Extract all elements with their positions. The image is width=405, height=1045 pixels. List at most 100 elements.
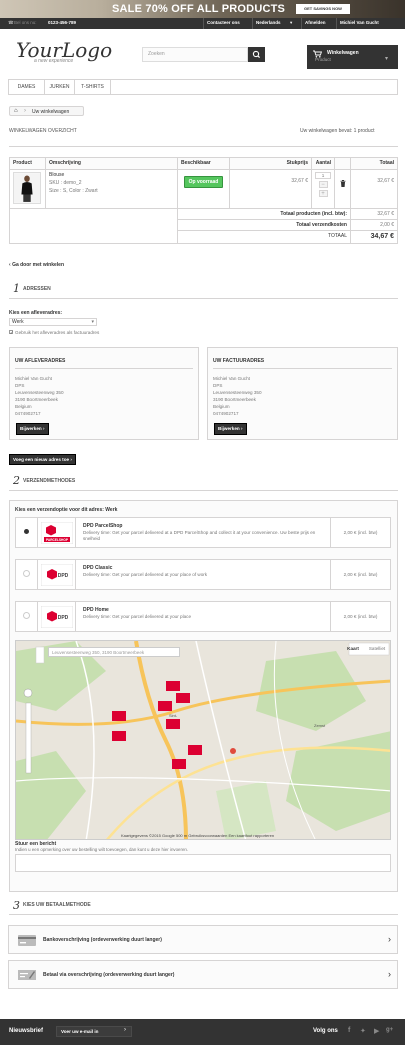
carrier-heading: Kies een verzendoptie voor dit adres: We… [15,507,118,513]
newsletter-email-input[interactable]: Voer uw e-mail in [56,1026,132,1037]
account-link[interactable]: Michiel Van Gucht [340,20,379,25]
divider [9,490,398,491]
same-address-checkbox[interactable]: ✓ [9,330,13,335]
phone-icon: ☎ [8,20,14,25]
call-label: Bel ons nu: [14,20,37,25]
qty-input[interactable]: 1 [315,172,331,179]
qty-plus-button[interactable]: + [318,190,328,197]
col-header-availability: Beschikbaar [177,157,230,170]
google-plus-icon[interactable]: g+ [386,1027,393,1033]
carrier-price: 2,00 € (incl. btw) [330,560,390,589]
divider [9,298,398,299]
chevron-right-icon: › [388,969,391,979]
address-select[interactable]: Werk ▾ [9,318,97,326]
nav-tab-dames[interactable]: DAMES [9,80,45,94]
language-select[interactable]: Nederlands [256,20,281,25]
shipping-value: 2,00 € [350,219,398,231]
carrier-description: Delivery time: Get your parcel delivered… [83,530,316,541]
chevron-right-icon[interactable]: › [124,1027,126,1033]
step-title: KIES UW BETAALMETHODE [23,902,91,908]
add-new-address-button[interactable]: Voeg een nieuw adres toe › [9,454,76,465]
col-header-unit-price: Stukprijs [229,157,312,170]
home-icon[interactable]: ⌂ [14,108,18,114]
address-line: Leuvensesteenweg 350 [15,390,64,395]
payment-bankwire[interactable]: Bankoverschrijving (ordeverwerking duurt… [8,925,398,954]
address-select-label: Kies een afleveradres: [9,310,63,316]
invoice-address-title: UW FACTUURADRES [213,358,265,364]
page-title: WINKELWAGEN OVERZICHT [9,128,77,134]
dpd-logo: DPD [41,564,73,586]
line-total: 32,67 € [350,169,398,209]
grand-total-label: TOTAAL [177,230,351,244]
qty-minus-button[interactable]: − [318,181,328,188]
newsletter-label: Nieuwsbrief [9,1028,44,1034]
address-line: Michiel Van Gucht [15,376,52,381]
chevron-right-icon: › [388,934,391,944]
logo-tagline: a new experience [34,58,74,64]
parcelshop-map[interactable]: Leuvensesteenweg 350, 3190 Boortmeerbeek… [15,640,391,840]
payment-cheque[interactable]: Betaal via overschrijving (ordeverwerkin… [8,960,398,989]
trash-icon[interactable] [340,180,346,187]
map-place-label: Zemst [314,723,326,728]
contact-link[interactable]: Contacteer ons [207,20,240,25]
same-address-label: Gebruik het afleveradres als factuuradre… [15,330,100,335]
divider [9,914,398,915]
carrier-name: DPD Home [83,607,109,613]
step-title: ADRESSEN [23,286,51,292]
map-type-button[interactable]: Kaart [343,644,363,654]
satellite-button[interactable]: Satelliet [365,644,389,654]
edit-delivery-button[interactable]: Bijwerken › [16,423,49,435]
continue-shopping-link[interactable]: ‹ Ga door met winkelen [9,262,64,268]
chevron-down-icon: ▾ [385,56,389,62]
nav-tab-jurken[interactable]: JURKEN [45,80,75,94]
facebook-icon[interactable]: f [348,1027,350,1034]
breadcrumb: ⌂ › Uw winkelwagen [9,106,84,116]
product-attributes[interactable]: Size : S, Color : Zwart [49,188,174,194]
carrier-option-home[interactable]: DPD DPD Home Delivery time: Get your par… [15,601,391,632]
chevron-right-icon: › [240,426,243,431]
cart-block[interactable]: Winkelwagen Product ▾ [307,45,398,69]
radio-unselected[interactable] [23,570,30,577]
message-textarea[interactable] [15,854,391,872]
address-line: DPS [15,383,25,388]
search-input[interactable]: Zoeken [142,47,248,62]
step-title: VERZENDMETHODES [23,478,76,484]
svg-text:DPD: DPD [58,615,69,621]
chevron-right-icon: › [24,108,26,114]
product-sku: SKU : demo_2 [49,180,82,186]
product-thumbnail[interactable] [9,169,46,209]
delivery-address-title: UW AFLEVERADRES [15,358,66,364]
edit-invoice-button[interactable]: Bijwerken › [214,423,247,435]
search-button[interactable] [248,47,265,62]
stock-badge: Op voorraad [183,176,224,188]
unit-price: 32,67 € [229,169,312,209]
carrier-option-parcelshop[interactable]: PARCELSHOP DPD ParcelShop Delivery time:… [15,517,391,548]
carrier-price: 2,00 € (incl. btw) [330,602,390,631]
logout-link[interactable]: Afmelden [305,20,326,25]
get-savings-button[interactable]: GET SAVINGS NOW [296,4,350,14]
cart-table: Product Omschrijving Beschikbaar Stukpri… [9,157,398,244]
carrier-description: Delivery time: Get your parcel delivered… [83,572,208,577]
table-row: Blouse SKU : demo_2 Size : S, Color : Zw… [9,169,398,209]
delivery-address-box: UW AFLEVERADRES Michiel Van Gucht DPS Le… [9,347,199,440]
svg-text:PARCELSHOP: PARCELSHOP [46,538,69,542]
chevron-right-icon: › [70,457,72,462]
cheque-icon [18,970,36,980]
map-search-input[interactable]: Leuvensesteenweg 350, 3190 Boortmeerbeek [48,647,180,657]
nav-tab-tshirts[interactable]: T-SHIRTS [75,80,111,94]
carrier-name: DPD Classic [83,565,113,571]
radio-unselected[interactable] [23,612,30,619]
address-line: DPS [213,383,223,388]
payment-label: Betaal via overschrijving (ordeverwerkin… [43,972,175,978]
search-icon [252,50,261,59]
twitter-icon[interactable]: ✦ [360,1027,366,1035]
main-nav: DAMES JURKEN T-SHIRTS [8,79,398,95]
product-name[interactable]: Blouse [49,172,174,178]
carrier-option-classic[interactable]: DPD DPD Classic Delivery time: Get your … [15,559,391,590]
radio-selected[interactable] [24,529,29,534]
address-line: Belgium [213,404,230,409]
youtube-icon[interactable]: ▶ [374,1027,379,1035]
carrier-price: 2,00 € (incl. btw) [330,518,390,547]
follow-label: Volg ons [313,1028,338,1034]
dpd-logo: DPD [41,606,73,628]
